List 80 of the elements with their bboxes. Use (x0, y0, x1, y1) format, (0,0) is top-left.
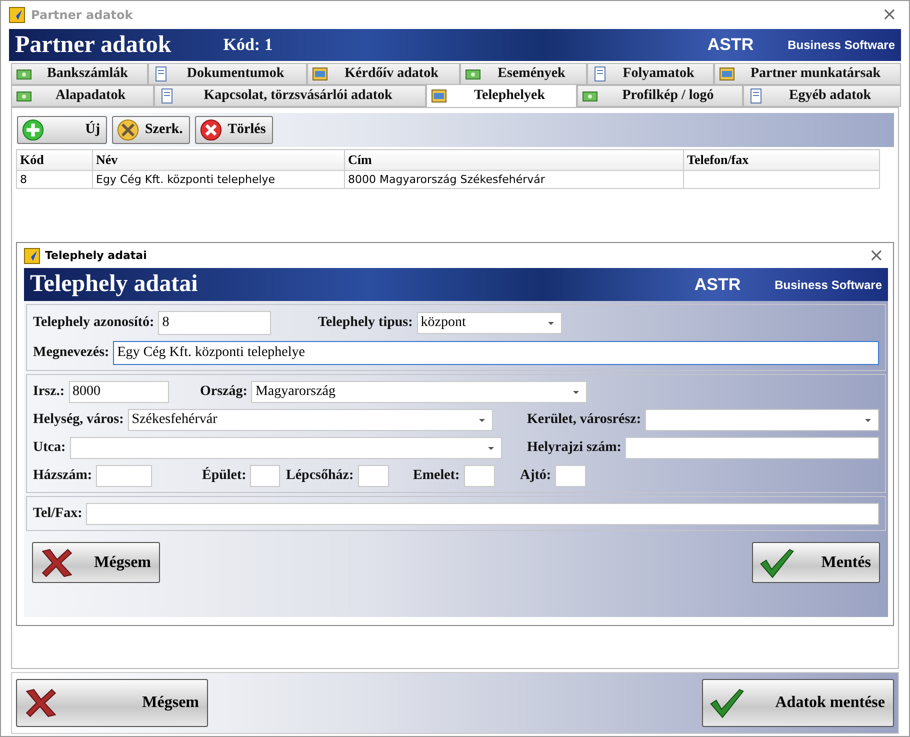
document-icon (153, 66, 169, 82)
field-label: Helység, város: (33, 412, 124, 428)
plus-icon (22, 119, 44, 141)
field-label: Ajtó: (520, 468, 552, 484)
table-cell: Egy Cég Kft. központi telephelye (92, 170, 344, 188)
dropdown-arrow-icon (865, 418, 871, 422)
dropdown-field[interactable]: Magyarország (251, 381, 588, 403)
brand-subtitle: Business Software (774, 278, 882, 292)
brand-logo: ASTR (694, 274, 741, 294)
field-label: Telephely tipus: (318, 315, 413, 331)
cross-icon (39, 546, 75, 578)
dialog-header-title: Telephely adatai (30, 271, 198, 298)
input-field[interactable]: Egy Cég Kft. központi telephelye (113, 341, 879, 365)
column-header[interactable]: Kód (16, 150, 92, 170)
field-label: Telephely azonosító: (33, 315, 154, 331)
tab[interactable]: Egyéb adatok (743, 85, 901, 107)
field-label: Helyrajzi szám: (527, 440, 622, 456)
table-cell: 8000 Magyarország Székesfehérvár (344, 170, 684, 188)
toolbar-button[interactable]: Szerk. (112, 116, 190, 144)
checkmark-icon (709, 687, 745, 719)
app-icon (9, 6, 25, 22)
tab[interactable]: Alapadatok (11, 85, 154, 107)
input-field[interactable]: 8000 (68, 381, 168, 403)
field-label: Emelet: (413, 468, 460, 484)
dialog-button[interactable]: Mégsem (32, 542, 160, 583)
dropdown-arrow-icon (548, 322, 554, 324)
field-label: Épület: (202, 468, 246, 484)
field-label: Lépcsőház: (286, 468, 354, 484)
toolbar-button[interactable]: Törlés (194, 116, 273, 144)
app-icon (24, 248, 40, 264)
header-title: Partner adatok (15, 32, 172, 58)
column-header[interactable]: Név (92, 150, 344, 170)
brand-logo: ASTR (707, 35, 754, 55)
input-field[interactable] (96, 465, 152, 487)
input-field[interactable] (555, 465, 586, 487)
window-title: Partner adatok (31, 8, 134, 22)
delete-icon (200, 119, 222, 141)
field-label: Megnevezés: (33, 345, 110, 361)
dropdown-arrow-icon (488, 446, 494, 450)
toolbar-button[interactable]: Új (17, 116, 107, 144)
input-field[interactable] (358, 465, 389, 487)
tab[interactable]: Profilkép / logó (577, 85, 743, 107)
dropdown-field[interactable] (645, 409, 879, 431)
field-label: Kerület, városrész: (527, 412, 642, 428)
tab[interactable]: Telephelyek (426, 84, 577, 108)
dropdown-field[interactable]: Székesfehérvár (128, 409, 493, 431)
close-button[interactable]: × (864, 246, 888, 264)
brand-subtitle: Business Software (788, 38, 895, 52)
field-label: Utca: (33, 440, 66, 456)
dropdown-arrow-icon (573, 390, 580, 394)
input-field[interactable]: 8 (158, 311, 272, 335)
field-label: Irsz.: (33, 384, 64, 400)
field-label: Ország: (200, 384, 248, 400)
dialog-button[interactable]: Mentés (752, 542, 880, 583)
input-field[interactable] (250, 465, 280, 487)
column-header[interactable]: Telefon/fax (684, 150, 880, 170)
tab[interactable]: Kérdőív adatok (307, 63, 460, 85)
dropdown-field[interactable] (70, 437, 502, 459)
checkmark-icon (759, 546, 795, 578)
tab[interactable]: Kapcsolat, törzsvásárlói adatok (154, 85, 426, 107)
column-header[interactable]: Cím (344, 150, 684, 170)
tab[interactable]: Dokumentumok (148, 63, 307, 85)
field-label: Házszám: (33, 468, 92, 484)
field-label: Tel/Fax: (33, 506, 82, 522)
dialog-title: Telephely adatai (45, 249, 148, 262)
input-field[interactable] (464, 465, 495, 487)
input-field[interactable] (86, 503, 879, 525)
footer-button[interactable]: Adatok mentése (702, 679, 894, 727)
tab[interactable]: Folyamatok (587, 63, 714, 85)
close-button[interactable]: × (878, 6, 901, 24)
input-field[interactable] (625, 437, 879, 459)
dropdown-field[interactable]: központ (416, 312, 562, 334)
tab[interactable]: Bankszámlák (11, 63, 148, 85)
tab[interactable]: Események (460, 63, 587, 85)
dropdown-arrow-icon (478, 418, 485, 422)
cross-icon (23, 687, 59, 719)
footer-button[interactable]: Mégsem (16, 679, 208, 727)
table-cell: 8 (16, 170, 92, 188)
tab[interactable]: Partner munkatársak (714, 63, 901, 85)
partner-code: Kód: 1 (223, 35, 273, 55)
